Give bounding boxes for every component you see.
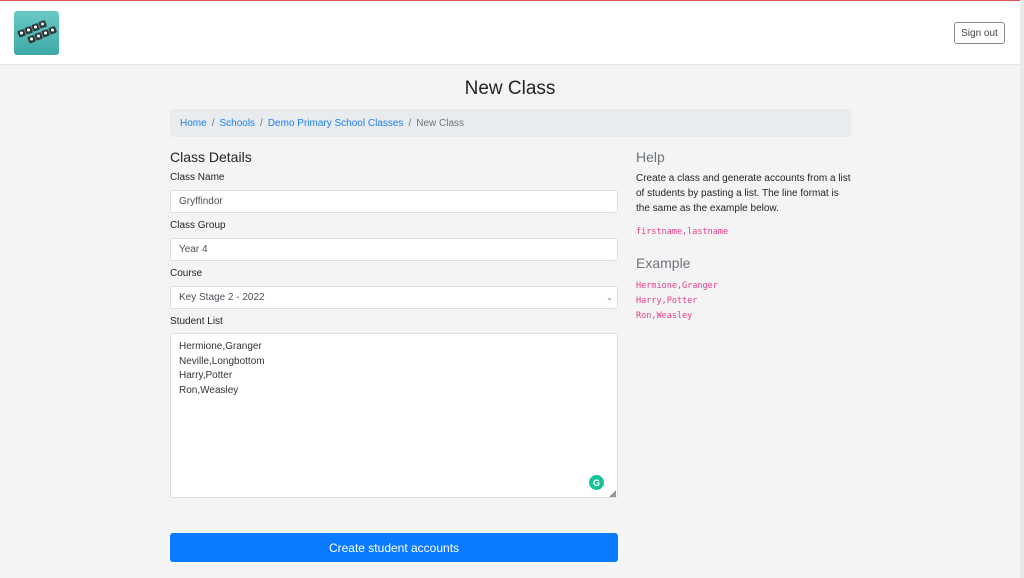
breadcrumb-school-classes[interactable]: Demo Primary School Classes xyxy=(268,118,404,129)
course-label: Course xyxy=(170,268,203,279)
chevron-down-icon: ⌄ xyxy=(606,293,613,302)
navbar: Sign out xyxy=(0,1,1020,65)
breadcrumb: Home / Schools / Demo Primary School Cla… xyxy=(170,109,851,137)
breadcrumb-schools[interactable]: Schools xyxy=(219,118,255,129)
page-title: New Class xyxy=(464,78,556,99)
breadcrumb-separator: / xyxy=(408,117,412,129)
example-heading: Example xyxy=(636,255,691,271)
help-heading: Help xyxy=(636,149,665,165)
class-group-label: Class Group xyxy=(170,220,226,231)
student-line: Ron,Weasley xyxy=(179,385,239,397)
student-line: Harry,Potter xyxy=(179,370,233,382)
help-text: Create a class and generate accounts fro… xyxy=(636,173,851,214)
class-group-value: Year 4 xyxy=(179,244,208,255)
create-student-accounts-button[interactable]: Create student accounts xyxy=(170,533,618,562)
rodocodo-logo[interactable] xyxy=(14,11,59,55)
student-list-textarea[interactable]: Hermione,Granger Neville,Longbottom Harr… xyxy=(170,333,618,498)
resize-handle-icon[interactable] xyxy=(609,490,616,497)
format-code: firstname,lastname xyxy=(636,227,729,237)
student-line: Hermione,Granger xyxy=(179,341,262,352)
student-list-label: Student List xyxy=(170,316,223,327)
class-name-label: Class Name xyxy=(170,172,225,183)
sign-out-button[interactable]: Sign out xyxy=(954,22,1005,44)
course-select[interactable]: Key Stage 2 - 2022 ⌄ xyxy=(170,286,618,309)
scrollbar-track[interactable] xyxy=(1020,0,1024,578)
example-line: Ron,Weasley xyxy=(636,311,693,321)
grammarly-icon[interactable]: G xyxy=(589,475,604,490)
example-line: Hermione,Granger xyxy=(636,281,718,291)
logo-icon xyxy=(17,20,57,44)
class-name-value: Gryffindor xyxy=(179,196,223,207)
class-name-input[interactable]: Gryffindor xyxy=(170,190,618,213)
course-selected-value: Key Stage 2 - 2022 xyxy=(179,292,265,303)
breadcrumb-separator: / xyxy=(260,117,263,129)
class-details-heading: Class Details xyxy=(170,149,252,165)
student-line: Neville,Longbottom xyxy=(179,355,265,367)
breadcrumb-separator: / xyxy=(211,117,215,129)
example-line: Harry,Potter xyxy=(636,296,698,306)
example-code-block: Hermione,Granger Harry,Potter Ron,Weasle… xyxy=(636,279,718,324)
class-group-input[interactable]: Year 4 xyxy=(170,238,618,261)
breadcrumb-current: New Class xyxy=(416,117,465,129)
breadcrumb-home[interactable]: Home xyxy=(180,118,207,129)
